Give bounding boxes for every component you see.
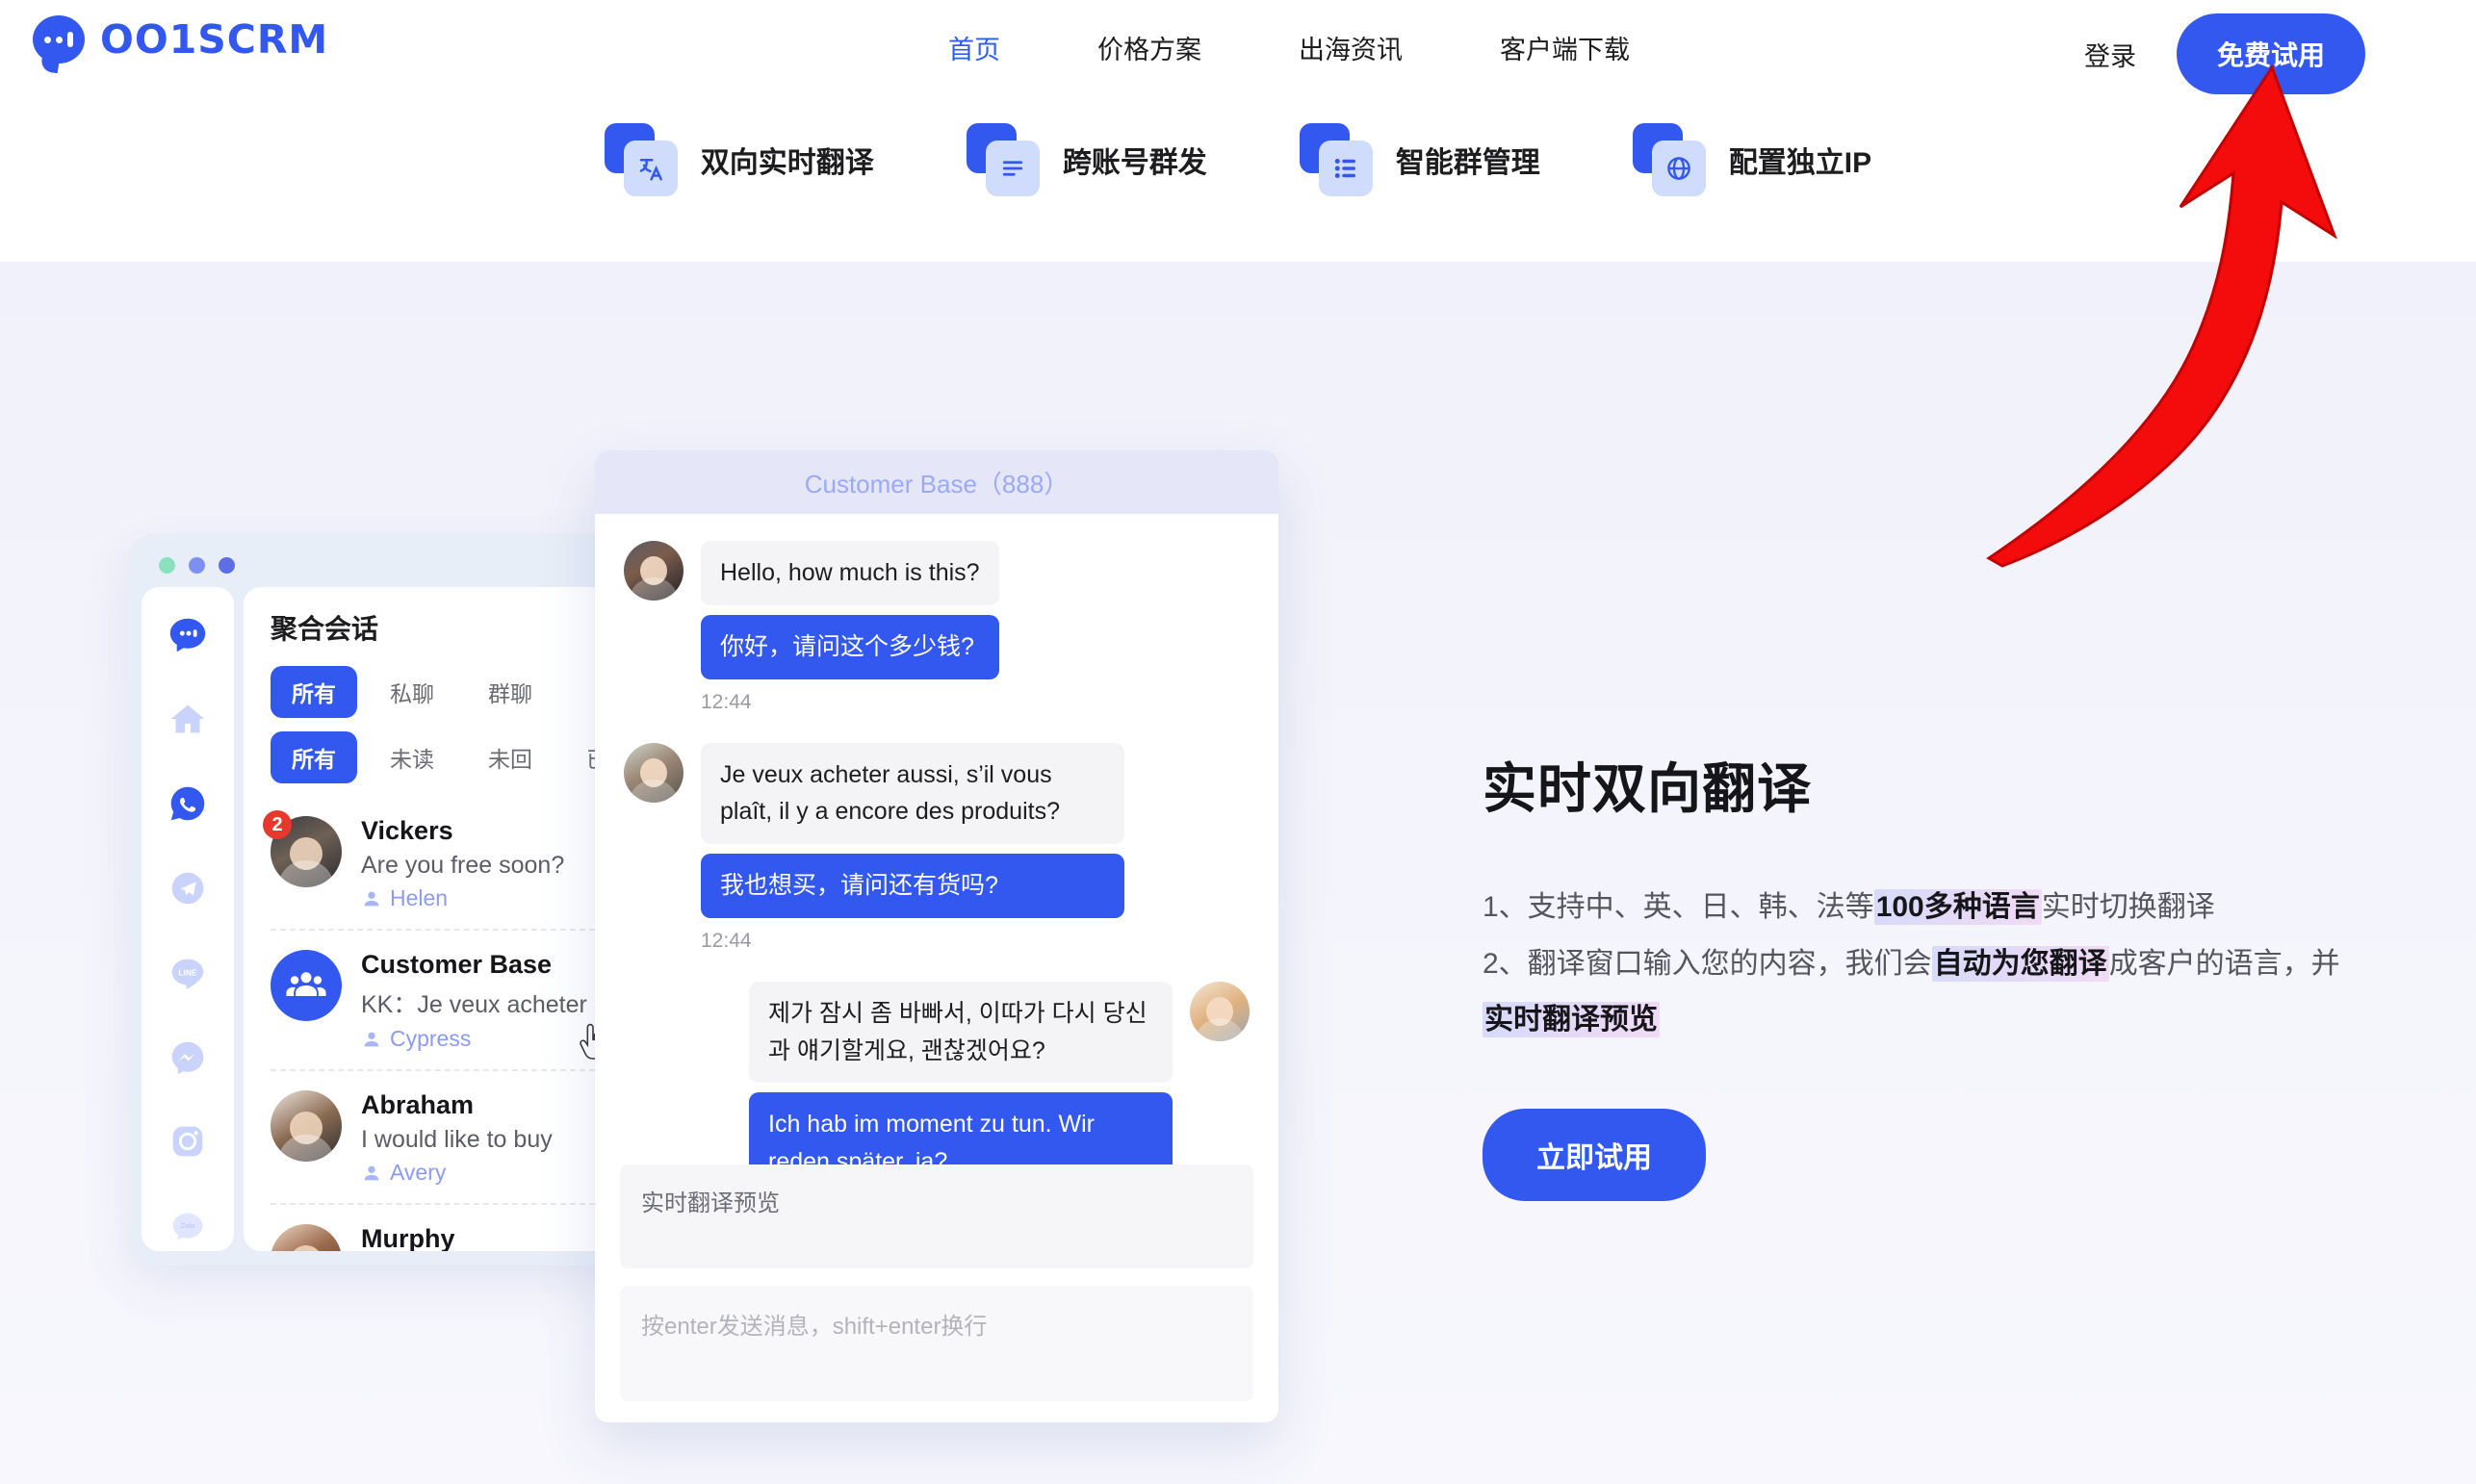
navbar: OO1SCRM 首页 价格方案 出海资讯 客户端下载 登录 免费试用 — [0, 0, 2476, 106]
feature-broadcast[interactable]: 跨账号群发 — [966, 123, 1207, 196]
window-dot-periwinkle — [189, 557, 205, 574]
bullet-1-highlight: 100多种语言 — [1873, 889, 2042, 925]
message-time: 12:44 — [701, 929, 752, 952]
avatar — [271, 1224, 342, 1251]
nav-actions: 登录 免费试用 — [2084, 13, 2365, 94]
message-input[interactable]: 按enter发送消息，shift+enter换行 — [620, 1286, 1253, 1401]
feature-bullet-2: 2、翻译窗口输入您的内容，我们会自动为您翻译成客户的语言，并实时翻译预览 — [1483, 936, 2368, 1049]
message-original: Hello, how much is this? — [701, 541, 999, 605]
user-icon — [364, 1165, 379, 1180]
message-original: Je veux acheter aussi, s’il vous plaît, … — [701, 742, 1124, 844]
chip-unread[interactable]: 未读 — [369, 731, 455, 783]
try-now-button[interactable]: 立即试用 — [1483, 1108, 1706, 1201]
nav-item-news[interactable]: 出海资讯 — [1299, 29, 1403, 66]
line-icon[interactable]: LINE — [163, 948, 213, 998]
app-sidebar-rail: LINE Zalo — [142, 587, 234, 1251]
message-translation: Ich hab im moment zu tun. Wir reden spät… — [749, 1092, 1173, 1164]
messenger-icon[interactable] — [163, 1033, 213, 1083]
nav-links: 首页 价格方案 出海资讯 客户端下载 — [948, 29, 1630, 66]
feature-label: 双向实时翻译 — [700, 147, 874, 179]
unread-badge: 2 — [263, 810, 292, 839]
feature-translate[interactable]: 双向实时翻译 — [604, 123, 874, 196]
feature-group-manage[interactable]: 智能群管理 — [1299, 123, 1540, 196]
avatar — [271, 950, 342, 1021]
message-item: 제가 잠시 좀 바빠서, 이따가 다시 당신과 얘기할게요, 괜찮겠어요? Ic… — [624, 981, 1250, 1164]
window-dot-green — [159, 557, 175, 574]
feature-bullet-1: 1、支持中、英、日、韩、法等100多种语言实时切换翻译 — [1483, 880, 2368, 936]
bullet-2-highlight: 自动为您翻译 — [1931, 945, 2109, 982]
feature-label: 跨账号群发 — [1062, 147, 1207, 179]
login-link[interactable]: 登录 — [2084, 36, 2136, 73]
zalo-icon[interactable]: Zalo — [163, 1201, 213, 1251]
svg-text:Zalo: Zalo — [181, 1221, 195, 1230]
message-item: Hello, how much is this? 你好，请问这个多少钱? 12:… — [624, 541, 1250, 714]
svg-text:LINE: LINE — [178, 967, 197, 977]
message-translation: 我也想买，请问还有货吗? — [701, 854, 1124, 918]
nav-item-home[interactable]: 首页 — [948, 29, 1000, 66]
user-icon — [364, 1032, 379, 1046]
hero-copy: 实时双向翻译 1、支持中、英、日、韩、法等100多种语言实时切换翻译 2、翻译窗… — [1483, 746, 2368, 1201]
feature-label: 配置独立IP — [1728, 147, 1872, 179]
whatsapp-icon[interactable] — [163, 780, 213, 830]
group-list-icon — [1299, 123, 1373, 196]
instagram-icon[interactable] — [163, 1117, 213, 1167]
page-title: 实时双向翻译 — [1483, 758, 1812, 819]
avatar — [624, 742, 683, 803]
message-translation: 你好，请问这个多少钱? — [701, 614, 999, 679]
translate-icon — [604, 123, 678, 196]
avatar — [1190, 981, 1250, 1041]
home-icon[interactable] — [163, 695, 213, 745]
bullet-2-text-b: 成客户的语言，并 — [2108, 947, 2340, 980]
telegram-icon[interactable] — [163, 863, 213, 913]
chat-bubble-icon — [33, 15, 85, 64]
chat-window: Customer Base（888） Hello, how much is th… — [595, 450, 1278, 1422]
feature-label: 智能群管理 — [1395, 147, 1540, 179]
site-header: OO1SCRM 首页 价格方案 出海资讯 客户端下载 登录 免费试用 双向实时翻… — [0, 0, 2476, 262]
message-time: 12:44 — [701, 690, 752, 713]
bullet-2-text-a: 2、翻译窗口输入您的内容，我们会 — [1483, 947, 1932, 980]
message-item: Je veux acheter aussi, s’il vous plaît, … — [624, 742, 1250, 953]
free-trial-button[interactable]: 免费试用 — [2176, 13, 2365, 94]
user-icon — [364, 891, 379, 906]
broadcast-message-icon — [966, 123, 1040, 196]
chip-group[interactable]: 群聊 — [467, 666, 554, 718]
landing-page: OO1SCRM 首页 价格方案 出海资讯 客户端下载 登录 免费试用 双向实时翻… — [0, 0, 2476, 1484]
nav-item-pricing[interactable]: 价格方案 — [1097, 29, 1201, 66]
app-logo-icon[interactable] — [163, 610, 213, 660]
bullet-1-text-b: 实时切换翻译 — [2041, 891, 2215, 923]
chip-all-status[interactable]: 所有 — [271, 731, 357, 783]
message-list: Hello, how much is this? 你好，请问这个多少钱? 12:… — [595, 514, 1278, 1164]
globe-icon — [1632, 123, 1706, 196]
chip-private[interactable]: 私聊 — [369, 666, 455, 718]
translation-preview-box[interactable]: 实时翻译预览 — [620, 1164, 1253, 1268]
window-dot-blue — [219, 557, 235, 574]
avatar: 2 — [263, 810, 342, 887]
group-avatar-icon — [271, 950, 342, 1021]
bullet-2-highlight-2: 实时翻译预览 — [1483, 1002, 1660, 1037]
avatar — [624, 541, 683, 601]
brand-logo[interactable]: OO1SCRM — [33, 15, 328, 64]
nav-item-download[interactable]: 客户端下载 — [1500, 29, 1630, 66]
feature-dedicated-ip[interactable]: 配置独立IP — [1632, 123, 1872, 196]
feature-strip: 双向实时翻译 跨账号群发 智能群管理 配置独立IP — [0, 123, 2476, 196]
chip-unreplied[interactable]: 未回 — [467, 731, 554, 783]
avatar — [271, 1090, 342, 1162]
chip-all-types[interactable]: 所有 — [271, 666, 357, 718]
chat-input-area: 实时翻译预览 按enter发送消息，shift+enter换行 — [595, 1164, 1278, 1422]
chat-title: Customer Base（888） — [595, 450, 1278, 514]
bullet-1-text-a: 1、支持中、英、日、韩、法等 — [1483, 891, 1874, 923]
message-original: 제가 잠시 좀 바빠서, 이따가 다시 당신과 얘기할게요, 괜찮겠어요? — [749, 981, 1173, 1084]
brand-name: OO1SCRM — [100, 16, 329, 63]
